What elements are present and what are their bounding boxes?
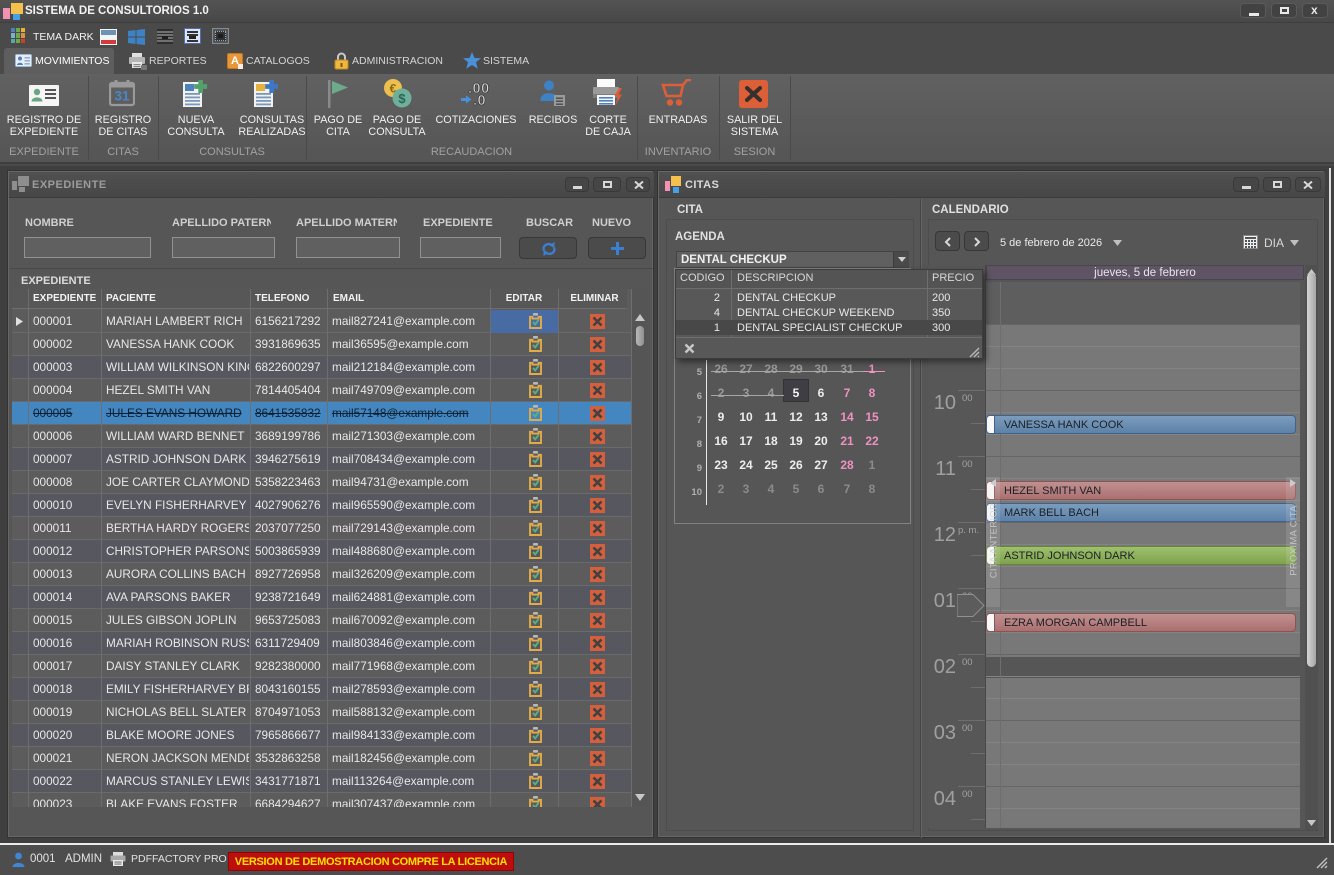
svg-text:$: $ <box>398 91 406 106</box>
svg-text:.0: .0 <box>473 93 486 107</box>
svg-text:31: 31 <box>114 89 130 104</box>
